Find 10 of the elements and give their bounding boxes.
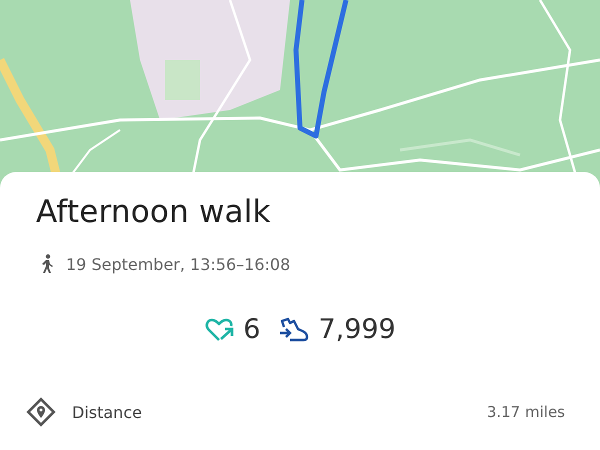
stat-value: 6 (243, 314, 260, 345)
activity-title: Afternoon walk (36, 194, 272, 230)
metric-value: 3.17 miles (486, 403, 565, 421)
shoe-arrow-icon (278, 316, 310, 342)
metric-label: Distance (72, 402, 143, 422)
stat-value: 7,999 (318, 314, 396, 345)
activity-date-time: 19 September, 13:56–16:08 (66, 254, 290, 274)
location-pin-icon (26, 397, 56, 427)
heart-arrow-icon (205, 316, 236, 342)
walking-person-icon (40, 254, 54, 274)
